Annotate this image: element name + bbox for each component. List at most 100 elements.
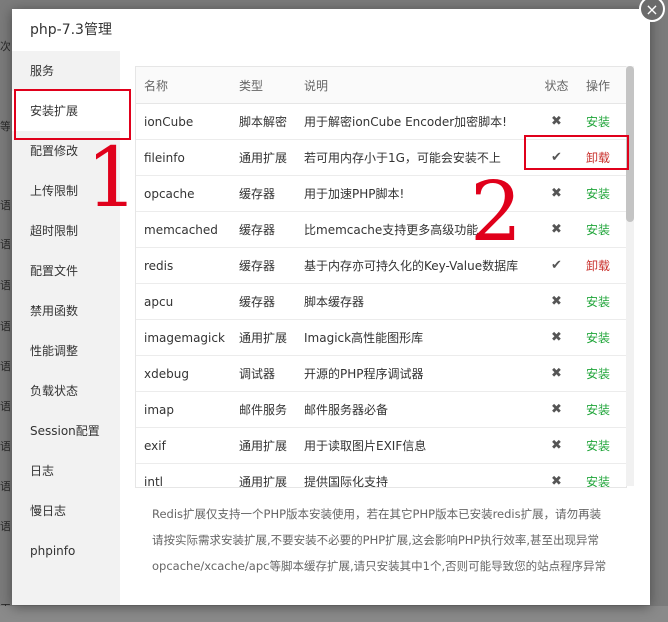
table-row: intl 通用扩展 提供国际化支持 ✖ 安装 (136, 463, 626, 488)
background-text-fragment: 等 (0, 120, 10, 133)
extension-name: imap (144, 402, 174, 417)
install-button[interactable]: 安装 (586, 295, 610, 309)
table-row: imap 邮件服务 邮件服务器必备 ✖ 安装 (136, 391, 626, 428)
table-cell: 安装 (578, 175, 626, 212)
extension-desc: 开源的PHP程序调试器 (304, 367, 424, 381)
sidebar-item-11[interactable]: 日志 (12, 451, 120, 491)
install-button[interactable]: 安装 (586, 367, 610, 381)
table-cell: 通用扩展 (231, 139, 296, 176)
extension-name: fileinfo (144, 150, 185, 165)
table-row: opcache 缓存器 用于加速PHP脚本! ✖ 安装 (136, 175, 626, 212)
sidebar-item-1[interactable]: 服务 (12, 51, 120, 91)
table-cell: 用于读取图片EXIF信息 (296, 427, 536, 464)
table-cell: 通用扩展 (231, 319, 296, 356)
table-cell: fileinfo (136, 139, 231, 176)
table-cell: 用于解密ionCube Encoder加密脚本! (296, 103, 536, 140)
table-cell: 调试器 (231, 355, 296, 392)
extension-type: 缓存器 (239, 187, 276, 201)
extension-name: ionCube (144, 114, 194, 129)
install-button[interactable]: 安装 (586, 475, 610, 487)
table-cell: imap (136, 391, 231, 428)
background-text-fragment: 语 (0, 400, 10, 413)
extension-desc: 若可用内存小于1G，可能会安装不上 (304, 151, 501, 165)
background-text-fragment: 语 (0, 440, 10, 453)
install-button[interactable]: 安装 (586, 403, 610, 417)
background-text-fragment: 语 (0, 320, 10, 333)
table-cell: ✖ (536, 355, 578, 392)
table-cell: 缓存器 (231, 247, 296, 284)
install-button[interactable]: 安装 (586, 187, 610, 201)
background-footer (0, 606, 668, 622)
table-cell: xdebug (136, 355, 231, 392)
header-desc: 说明 (296, 67, 536, 104)
extension-desc: 邮件服务器必备 (304, 403, 389, 417)
extension-name: imagemagick (144, 330, 225, 345)
close-icon[interactable]: × (639, 0, 665, 22)
table-row: xdebug 调试器 开源的PHP程序调试器 ✖ 安装 (136, 355, 626, 392)
annotation-box-uninstall (524, 135, 629, 170)
header-status: 状态 (536, 67, 578, 104)
extension-type: 脚本解密 (239, 115, 288, 129)
uninstall-button[interactable]: 卸载 (586, 259, 610, 273)
table-cell: ✔ (536, 247, 578, 284)
table-cell: ✖ (536, 283, 578, 320)
table-cell: 安装 (578, 427, 626, 464)
table-cell: 安装 (578, 355, 626, 392)
table-cell: exif (136, 427, 231, 464)
status-cross-icon: ✖ (551, 114, 562, 129)
table-cell: ✖ (536, 427, 578, 464)
extension-type: 邮件服务 (239, 403, 288, 417)
sidebar-item-6[interactable]: 配置文件 (12, 251, 120, 291)
table-row: apcu 缓存器 脚本缓存器 ✖ 安装 (136, 283, 626, 320)
table-cell: ✖ (536, 391, 578, 428)
table-cell: 安装 (578, 463, 626, 487)
note-item: 请按实际需求安装扩展,不要安装不必要的PHP扩展,这会影响PHP执行效率,甚至出… (152, 527, 652, 553)
table-cell: 安装 (578, 211, 626, 248)
table-cell: redis (136, 247, 231, 284)
status-cross-icon: ✖ (551, 330, 562, 345)
header-name: 名称 (136, 67, 231, 104)
table-cell: 通用扩展 (231, 427, 296, 464)
install-button[interactable]: 安装 (586, 331, 610, 345)
sidebar-item-7[interactable]: 禁用函数 (12, 291, 120, 331)
extension-type: 通用扩展 (239, 439, 288, 453)
note-item: opcache/xcache/apc等脚本缓存扩展,请只安装其中1个,否则可能导… (152, 553, 652, 579)
table-cell: 开源的PHP程序调试器 (296, 355, 536, 392)
table-cell: ionCube (136, 103, 231, 140)
extension-name: exif (144, 438, 166, 453)
table-cell: 缓存器 (231, 175, 296, 212)
extension-desc: 提供国际化支持 (304, 475, 389, 488)
extension-name: intl (144, 474, 163, 488)
table-cell: ✖ (536, 175, 578, 212)
install-button[interactable]: 安装 (586, 223, 610, 237)
install-button[interactable]: 安装 (586, 439, 610, 453)
sidebar-item-13[interactable]: phpinfo (12, 531, 120, 571)
sidebar-item-9[interactable]: 负载状态 (12, 371, 120, 411)
extension-desc: 比memcache支持更多高级功能 (304, 223, 479, 237)
sidebar-item-8[interactable]: 性能调整 (12, 331, 120, 371)
table-cell: 邮件服务器必备 (296, 391, 536, 428)
table-cell: apcu (136, 283, 231, 320)
extension-type: 通用扩展 (239, 331, 288, 345)
extension-desc: 用于加速PHP脚本! (304, 187, 405, 201)
extension-type: 缓存器 (239, 295, 276, 309)
header-op: 操作 (578, 67, 626, 104)
extensions-table: 名称 类型 说明 状态 操作 ionCube 脚本解密 用于解密ionCube En… (136, 67, 626, 488)
table-header-row: 名称 类型 说明 状态 操作 (136, 67, 626, 104)
sidebar-item-12[interactable]: 慢日志 (12, 491, 120, 531)
sidebar-item-10[interactable]: Session配置 (12, 411, 120, 451)
extension-desc: 用于解密ionCube Encoder加密脚本! (304, 115, 507, 129)
status-cross-icon: ✖ (551, 402, 562, 417)
status-check-icon: ✔ (551, 258, 562, 273)
table-row: imagemagick 通用扩展 Imagick高性能图形库 ✖ 安装 (136, 319, 626, 356)
extension-desc: 脚本缓存器 (304, 295, 365, 309)
extension-type: 调试器 (239, 367, 276, 381)
extension-name: apcu (144, 294, 174, 309)
install-button[interactable]: 安装 (586, 115, 610, 129)
table-cell: 安装 (578, 391, 626, 428)
table-cell: intl (136, 463, 231, 488)
status-cross-icon: ✖ (551, 222, 562, 237)
status-cross-icon: ✖ (551, 294, 562, 309)
table-cell: ✖ (536, 211, 578, 248)
table-cell: 脚本解密 (231, 103, 296, 140)
